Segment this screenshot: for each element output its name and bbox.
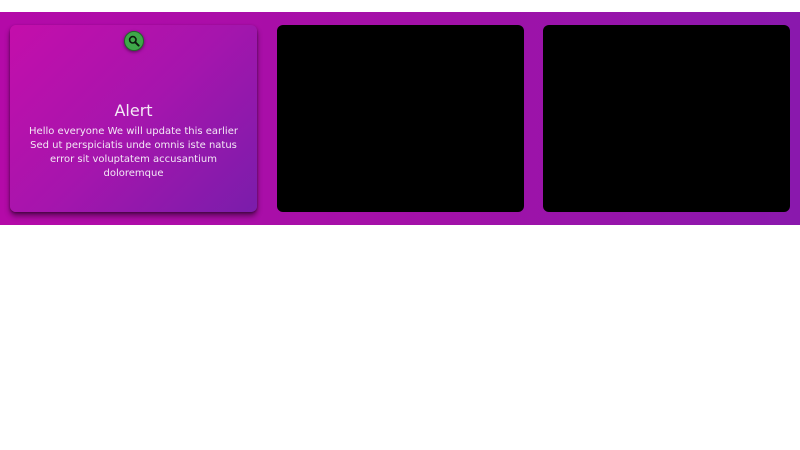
- alert-message: Hello everyone We will update this earli…: [29, 126, 238, 179]
- magnifier-glyph: [128, 35, 140, 47]
- search-icon[interactable]: [124, 31, 144, 51]
- card-strip: Alert Hello everyone We will update this…: [0, 12, 800, 225]
- alert-title: Alert: [114, 101, 153, 120]
- alert-card[interactable]: Alert Hello everyone We will update this…: [10, 25, 257, 212]
- dark-card-3: [543, 25, 790, 212]
- dark-card-2: [277, 25, 524, 212]
